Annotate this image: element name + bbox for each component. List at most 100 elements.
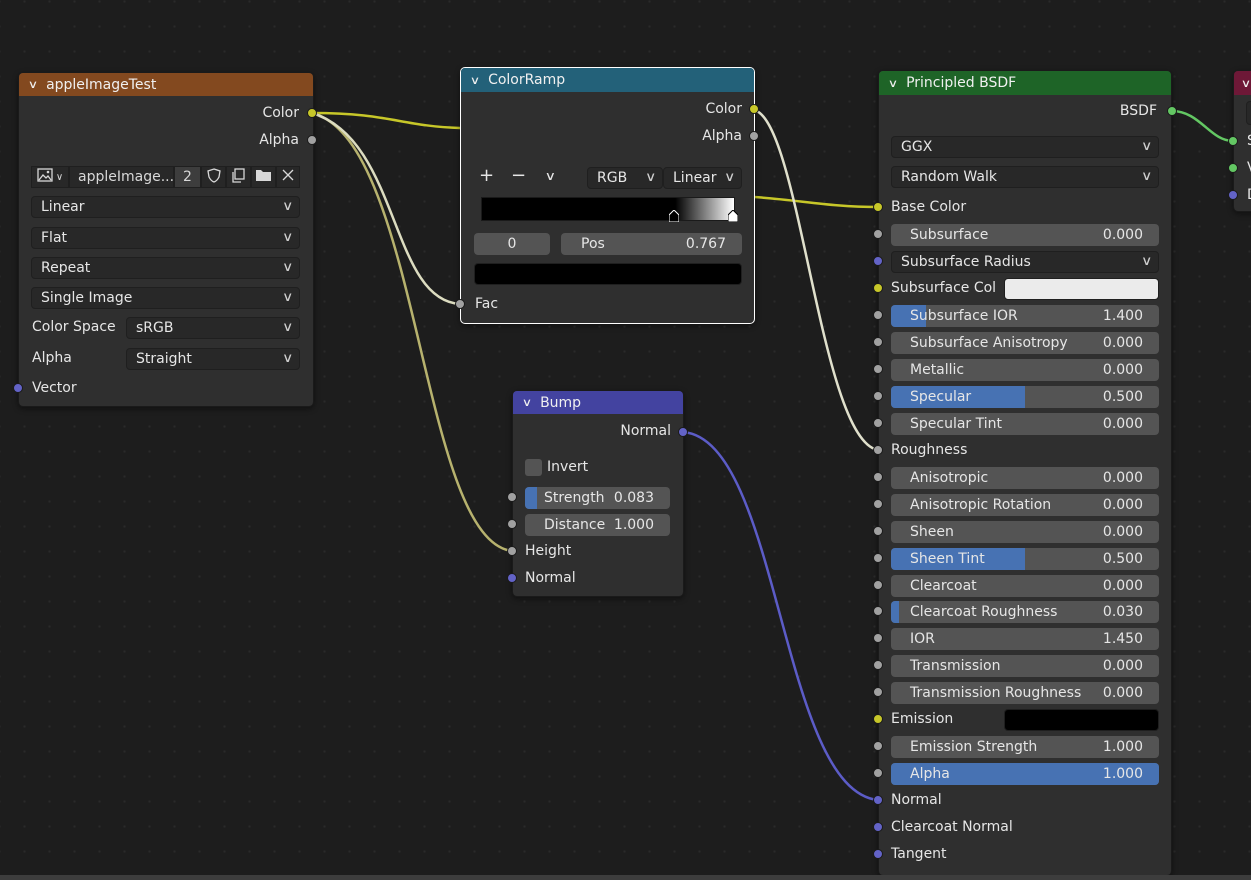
normal-input-socket[interactable] bbox=[873, 795, 883, 805]
remove-stop-button[interactable]: − bbox=[511, 165, 526, 186]
fake-user-button[interactable] bbox=[201, 166, 226, 188]
unlink-image-button[interactable] bbox=[276, 166, 300, 188]
subsurface-ior-input-socket[interactable] bbox=[873, 310, 883, 320]
subsurface-anisotropy-slider[interactable]: Subsurface Anisotropy 0.000 bbox=[891, 332, 1159, 354]
output-node-header[interactable]: ∨ bbox=[1234, 71, 1251, 95]
subsurface-col-input-socket[interactable] bbox=[873, 283, 883, 293]
transmission-roughness-slider[interactable]: Transmission Roughness 0.000 bbox=[891, 682, 1159, 704]
emission-color-swatch[interactable] bbox=[1004, 709, 1159, 731]
output-surface-input-socket[interactable] bbox=[1228, 136, 1238, 146]
link-bump-normal-to-normal[interactable] bbox=[682, 430, 879, 802]
source-dropdown[interactable]: Single Image ∨ bbox=[31, 287, 300, 309]
color-mode-dropdown[interactable]: RGB ∨ bbox=[587, 167, 663, 189]
image-users-count[interactable]: 2 bbox=[174, 166, 201, 188]
image-name-field[interactable]: appleImage... bbox=[69, 166, 174, 188]
output-displacement-input-socket[interactable] bbox=[1228, 190, 1238, 200]
metallic-input-socket[interactable] bbox=[873, 364, 883, 374]
subsurface-input-socket[interactable] bbox=[873, 229, 883, 239]
alpha-input-socket[interactable] bbox=[873, 768, 883, 778]
transmission-roughness-input-socket[interactable] bbox=[873, 687, 883, 697]
subsurface-radius-dropdown[interactable]: Subsurface Radius ∨ bbox=[891, 251, 1159, 273]
ramp-options-chevron-icon[interactable]: ∨ bbox=[545, 169, 556, 183]
clearcoat-slider[interactable]: Clearcoat 0.000 bbox=[891, 575, 1159, 597]
emission-input-socket[interactable] bbox=[873, 714, 883, 724]
base-color-input-socket[interactable] bbox=[873, 202, 883, 212]
clearcoat-roughness-slider[interactable]: Clearcoat Roughness 0.030 bbox=[891, 601, 1159, 623]
distance-field[interactable]: Distance 1.000 bbox=[525, 514, 670, 536]
transmission-slider[interactable]: Transmission 0.000 bbox=[891, 655, 1159, 677]
anisotropic-input-socket[interactable] bbox=[873, 472, 883, 482]
bump-strength-input-socket[interactable] bbox=[507, 492, 517, 502]
collapse-chevron-icon[interactable]: ∨ bbox=[1241, 77, 1251, 90]
subsurface-ior-slider[interactable]: Subsurface IOR 1.400 bbox=[891, 305, 1159, 327]
sheen-input-socket[interactable] bbox=[873, 526, 883, 536]
specular-tint-slider[interactable]: Specular Tint 0.000 bbox=[891, 413, 1159, 435]
colorramp-color-output-socket[interactable] bbox=[749, 104, 759, 114]
metallic-slider[interactable]: Metallic 0.000 bbox=[891, 359, 1159, 381]
transmission-input-socket[interactable] bbox=[873, 660, 883, 670]
collapse-chevron-icon[interactable]: ∨ bbox=[28, 78, 38, 91]
sheen-tint-input-socket[interactable] bbox=[873, 553, 883, 563]
subsurface-color-swatch[interactable] bbox=[1004, 278, 1159, 300]
collapse-chevron-icon[interactable]: ∨ bbox=[522, 396, 532, 409]
image-texture-node[interactable]: ∨ appleImageTest Color Alpha ∨ appleImag… bbox=[18, 72, 314, 407]
output-target-dropdown[interactable] bbox=[1246, 101, 1251, 125]
colorramp-fac-input-socket[interactable] bbox=[455, 299, 465, 309]
emission-strength-field[interactable]: Emission Strength 1.000 bbox=[891, 736, 1159, 758]
anisotropic-slider[interactable]: Anisotropic 0.000 bbox=[891, 467, 1159, 489]
principled-node-header[interactable]: ∨ Principled BSDF bbox=[879, 71, 1171, 95]
bsdf-output-socket[interactable] bbox=[1167, 106, 1177, 116]
anisotropic-rotation-input-socket[interactable] bbox=[873, 499, 883, 509]
ramp-interpolation-dropdown[interactable]: Linear ∨ bbox=[663, 167, 742, 189]
active-stop-index-field[interactable]: 0 bbox=[474, 233, 550, 255]
specular-input-socket[interactable] bbox=[873, 391, 883, 401]
bump-normal-input-socket[interactable] bbox=[507, 573, 517, 583]
alpha-mode-dropdown[interactable]: Straight ∨ bbox=[126, 348, 300, 370]
output-volume-input-socket[interactable] bbox=[1228, 163, 1238, 173]
image-vector-input-socket[interactable] bbox=[13, 383, 23, 393]
image-browse-button[interactable]: ∨ bbox=[31, 166, 69, 188]
image-alpha-output-socket[interactable] bbox=[307, 135, 317, 145]
clearcoat-input-socket[interactable] bbox=[873, 580, 883, 590]
bump-distance-input-socket[interactable] bbox=[507, 519, 517, 529]
invert-checkbox[interactable] bbox=[525, 459, 542, 476]
color-space-dropdown[interactable]: sRGB ∨ bbox=[126, 317, 300, 339]
color-stop-black-handle[interactable] bbox=[668, 209, 680, 223]
subsurface-radius-input-socket[interactable] bbox=[873, 256, 883, 266]
image-node-header[interactable]: ∨ appleImageTest bbox=[19, 73, 313, 96]
subsurface-anisotropy-input-socket[interactable] bbox=[873, 337, 883, 347]
subsurface-method-dropdown[interactable]: Random Walk ∨ bbox=[891, 166, 1159, 188]
stop-position-field[interactable]: Pos 0.767 bbox=[561, 233, 742, 255]
anisotropic-rotation-slider[interactable]: Anisotropic Rotation 0.000 bbox=[891, 494, 1159, 516]
duplicate-image-button[interactable] bbox=[226, 166, 251, 188]
color-stop-white-handle[interactable] bbox=[727, 209, 739, 223]
specular-slider[interactable]: Specular 0.500 bbox=[891, 386, 1159, 408]
bump-normal-output-socket[interactable] bbox=[678, 427, 688, 437]
ior-field[interactable]: IOR 1.450 bbox=[891, 628, 1159, 650]
add-stop-button[interactable]: + bbox=[479, 165, 494, 186]
strength-slider[interactable]: Strength 0.083 bbox=[525, 487, 670, 509]
open-image-button[interactable] bbox=[251, 166, 276, 188]
colorramp-node[interactable]: ∨ ColorRamp Color Alpha + − ∨ RGB ∨ Linea… bbox=[460, 67, 755, 324]
distribution-dropdown[interactable]: GGX ∨ bbox=[891, 136, 1159, 158]
extension-dropdown[interactable]: Repeat ∨ bbox=[31, 257, 300, 279]
principled-bsdf-node[interactable]: ∨ Principled BSDF BSDF GGX ∨ Random Walk ∨… bbox=[878, 70, 1172, 876]
color-ramp-gradient[interactable] bbox=[481, 197, 735, 221]
clearcoat-roughness-input-socket[interactable] bbox=[873, 606, 883, 616]
tangent-input-socket[interactable] bbox=[873, 849, 883, 859]
stop-color-swatch[interactable] bbox=[474, 263, 742, 285]
collapse-chevron-icon[interactable]: ∨ bbox=[888, 77, 898, 90]
bump-node-header[interactable]: ∨ Bump bbox=[513, 391, 683, 414]
sheen-slider[interactable]: Sheen 0.000 bbox=[891, 521, 1159, 543]
ior-input-socket[interactable] bbox=[873, 633, 883, 643]
sheen-tint-slider[interactable]: Sheen Tint 0.500 bbox=[891, 548, 1159, 570]
link-colorramp-color-to-base-color[interactable] bbox=[753, 195, 879, 209]
clearcoat-normal-input-socket[interactable] bbox=[873, 822, 883, 832]
projection-dropdown[interactable]: Flat ∨ bbox=[31, 227, 300, 249]
roughness-input-socket[interactable] bbox=[873, 445, 883, 455]
colorramp-node-header[interactable]: ∨ ColorRamp bbox=[461, 68, 754, 92]
alpha-slider[interactable]: Alpha 1.000 bbox=[891, 763, 1159, 785]
bump-height-input-socket[interactable] bbox=[507, 546, 517, 556]
colorramp-alpha-output-socket[interactable] bbox=[749, 131, 759, 141]
emission-strength-input-socket[interactable] bbox=[873, 741, 883, 751]
